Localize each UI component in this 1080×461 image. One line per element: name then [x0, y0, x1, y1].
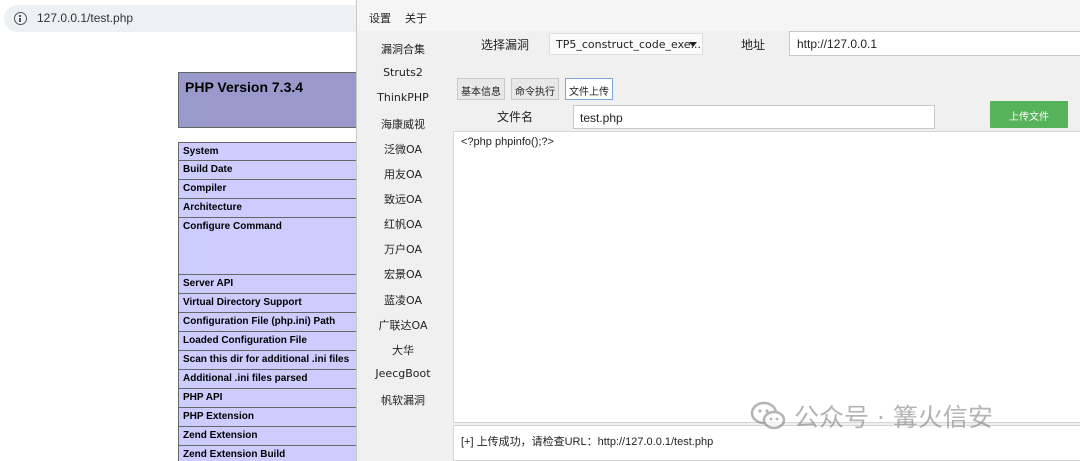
phpinfo-row: Architecture — [178, 199, 358, 218]
watermark-text: 公众号 · 篝火信安 — [794, 403, 993, 432]
sidebar-item-all[interactable]: 漏洞合集 — [363, 41, 443, 57]
sidebar-item-glodon-oa[interactable]: 广联达OA — [363, 317, 443, 333]
phpinfo-table: System Build Date Compiler Architecture … — [178, 142, 358, 461]
menu-settings[interactable]: 设置 — [369, 10, 391, 26]
vuln-select-value: TP5_construct_code_exe... — [556, 38, 702, 51]
select-vuln-label: 选择漏洞 — [481, 38, 530, 52]
phpinfo-row: Additional .ini files parsed — [178, 370, 358, 389]
file-content-editor[interactable]: <?php phpinfo();?> — [453, 131, 1080, 423]
sidebar-item-hongjing-oa[interactable]: 宏景OA — [363, 266, 443, 282]
phpinfo-row: Virtual Directory Support — [178, 294, 358, 313]
phpinfo-row: Configure Command — [178, 218, 358, 275]
phpinfo-header: PHP Version 7.3.4 — [178, 72, 358, 128]
phpinfo-row: Build Date — [178, 161, 358, 180]
sidebar-item-weaver-oa[interactable]: 泛微OA — [363, 141, 443, 157]
tab-command-exec[interactable]: 命令执行 — [511, 78, 559, 100]
phpinfo-row: Compiler — [178, 180, 358, 199]
chevron-down-icon — [689, 42, 697, 47]
sidebar-item-yonyou-oa[interactable]: 用友OA — [363, 166, 443, 182]
site-info-icon[interactable] — [14, 12, 27, 25]
tab-basic-info[interactable]: 基本信息 — [457, 78, 505, 100]
target-url-input[interactable]: http://127.0.0.1 — [789, 31, 1080, 56]
file-name-label: 文件名 — [497, 110, 534, 124]
menu-about[interactable]: 关于 — [405, 10, 427, 26]
sidebar-item-landray-oa[interactable]: 蓝凌OA — [363, 292, 443, 308]
sidebar-item-dahua[interactable]: 大华 — [363, 342, 443, 358]
phpinfo-row: Scan this dir for additional .ini files — [178, 351, 358, 370]
phpinfo-row: PHP Extension — [178, 408, 358, 427]
phpinfo-row: Server API — [178, 275, 358, 294]
menu-bar: 设置 关于 — [357, 0, 1080, 31]
sidebar-item-fanruan[interactable]: 帆软漏洞 — [363, 392, 443, 408]
phpinfo-row: Zend Extension Build — [178, 446, 358, 461]
file-name-input[interactable]: test.php — [573, 105, 935, 129]
address-bar-url[interactable]: 127.0.0.1/test.php — [37, 11, 133, 25]
wechat-icon — [750, 401, 786, 430]
phpinfo-title: PHP Version 7.3.4 — [185, 79, 304, 95]
phpinfo-row: Loaded Configuration File — [178, 332, 358, 351]
sidebar-item-thinkphp[interactable]: ThinkPHP — [363, 91, 443, 104]
sidebar-item-hongfan-oa[interactable]: 红帆OA — [363, 216, 443, 232]
phpinfo-row: System — [178, 142, 358, 161]
sidebar-item-jeecgboot[interactable]: JeecgBoot — [363, 367, 443, 380]
phpinfo-row: Configuration File (php.ini) Path — [178, 313, 358, 332]
vuln-select[interactable]: TP5_construct_code_exe... — [549, 33, 703, 55]
phpinfo-row: Zend Extension — [178, 427, 358, 446]
exploit-tool-window: 设置 关于 漏洞合集 Struts2 ThinkPHP 海康威视 泛微OA 用友… — [356, 0, 1080, 461]
sidebar-item-hikvision[interactable]: 海康威视 — [363, 116, 443, 132]
sidebar-item-seeyon-oa[interactable]: 致远OA — [363, 191, 443, 207]
address-label: 地址 — [741, 38, 766, 52]
sidebar-item-wanhu-oa[interactable]: 万户OA — [363, 241, 443, 257]
upload-file-button[interactable]: 上传文件 — [990, 101, 1068, 128]
vuln-category-sidebar: 漏洞合集 Struts2 ThinkPHP 海康威视 泛微OA 用友OA 致远O… — [363, 35, 443, 461]
tab-file-upload[interactable]: 文件上传 — [565, 78, 613, 100]
phpinfo-row: PHP API — [178, 389, 358, 408]
sidebar-item-struts2[interactable]: Struts2 — [363, 66, 443, 79]
